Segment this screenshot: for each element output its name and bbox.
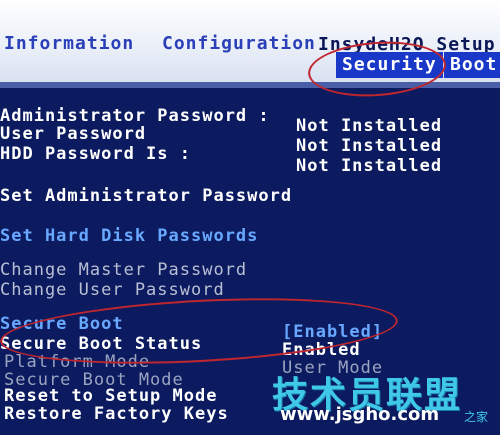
administrator-password-label: Administrator Password : xyxy=(0,106,270,126)
user-password-value: Not Installed xyxy=(296,136,443,156)
watermark: 技术员联盟 www.jsgho.com 之家 xyxy=(266,360,496,430)
hdd-password-value: Not Installed xyxy=(296,156,443,176)
user-password-label: User Password xyxy=(0,124,147,144)
hdd-password-label: HDD Password Is : xyxy=(0,144,191,164)
change-master-password-item: Change Master Password xyxy=(0,260,248,280)
watermark-url: www.jsgho.com xyxy=(280,404,440,425)
tab-configuration[interactable]: Configuration xyxy=(162,30,316,58)
administrator-password-value: Not Installed xyxy=(296,116,443,136)
tab-boot[interactable]: Boot xyxy=(444,52,500,78)
change-user-password-item: Change User Password xyxy=(0,280,225,300)
restore-factory-keys-item[interactable]: Restore Factory Keys xyxy=(4,404,229,424)
set-hard-disk-passwords-item[interactable]: Set Hard Disk Passwords xyxy=(0,226,258,246)
set-administrator-password-item[interactable]: Set Administrator Password xyxy=(0,186,292,206)
reset-to-setup-mode-item[interactable]: Reset to Setup Mode xyxy=(4,386,217,406)
tab-information[interactable]: Information xyxy=(4,30,134,58)
watermark-small-text: 之家 xyxy=(464,410,489,424)
